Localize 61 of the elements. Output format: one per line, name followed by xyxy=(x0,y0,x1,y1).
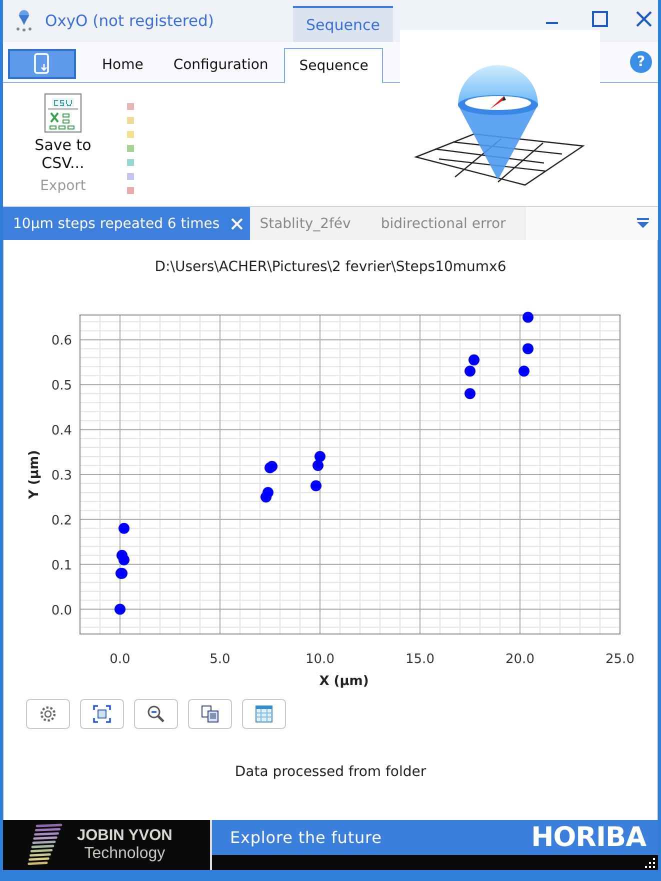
x-tick-label: 15.0 xyxy=(406,652,434,667)
brand-subtitle: Technology xyxy=(84,845,166,863)
group-label: Export xyxy=(40,178,86,194)
zoom-out-icon xyxy=(147,705,165,723)
ribbon-tab[interactable]: Configuration xyxy=(159,48,282,82)
y-tick-label: 0.5 xyxy=(51,378,72,394)
file-path: D:\Users\ACHER\Pictures\2 fevrier\Steps10mumx6 xyxy=(154,259,506,275)
data-point xyxy=(114,604,126,615)
data-point xyxy=(312,460,324,472)
ribbon-tab[interactable]: Sequence xyxy=(284,48,384,83)
settings-icon xyxy=(39,705,57,723)
brand-name: JOBIN YVON xyxy=(77,827,172,845)
data-point xyxy=(464,366,476,377)
settings-button[interactable] xyxy=(26,699,70,729)
window-title: OxyO (not registered) xyxy=(45,12,214,30)
table-icon xyxy=(255,705,273,723)
file-menu-button[interactable] xyxy=(8,49,76,79)
data-point xyxy=(522,312,534,323)
data-point xyxy=(464,388,476,400)
data-table-button[interactable] xyxy=(242,699,286,729)
y-tick-label: 0.0 xyxy=(51,603,72,618)
resize-grip-icon xyxy=(644,857,656,869)
slogan: Explore the future xyxy=(230,828,382,847)
x-tick-label: 0.0 xyxy=(110,652,130,667)
horiba-logo: HORIBA xyxy=(531,822,646,853)
data-point xyxy=(310,480,322,492)
status-caption: Data processed from folder xyxy=(234,764,426,780)
data-point xyxy=(468,354,480,366)
x-tick-label: 20.0 xyxy=(506,652,534,667)
save-csv-button[interactable]: Save to CSV... xyxy=(25,93,101,172)
zoom-out-button[interactable] xyxy=(134,699,178,729)
y-tick-label: 0.6 xyxy=(51,334,72,349)
y-tick-label: 0.1 xyxy=(51,558,72,574)
document-tab[interactable]: 10µm steps repeated 6 times xyxy=(3,207,250,240)
y-tick-label: 0.4 xyxy=(51,424,72,439)
close-icon xyxy=(230,216,244,230)
phone-icon xyxy=(32,53,52,75)
frame-picture-icon xyxy=(93,705,111,723)
ribbon-tab[interactable]: Home xyxy=(88,48,158,82)
copy-button[interactable] xyxy=(188,699,232,729)
data-point xyxy=(522,343,534,354)
y-axis-title: Y (µm) xyxy=(27,450,42,499)
data-point xyxy=(314,451,326,462)
fit-view-button[interactable] xyxy=(80,699,124,729)
context-tab-header: Sequence xyxy=(293,6,393,42)
close-icon[interactable] xyxy=(635,10,653,28)
x-tick-label: 10.0 xyxy=(306,652,334,667)
y-tick-label: 0.3 xyxy=(51,468,72,484)
data-point xyxy=(116,550,128,561)
close-tab-button[interactable] xyxy=(230,216,244,230)
data-point xyxy=(118,522,130,534)
dropdown-icon[interactable] xyxy=(636,216,650,230)
data-point xyxy=(518,366,530,377)
y-tick-label: 0.2 xyxy=(51,513,72,528)
csv-spreadsheet-icon xyxy=(44,93,82,133)
x-axis-title: X (µm) xyxy=(319,674,369,689)
copy-icon xyxy=(201,705,219,723)
maximize-icon[interactable] xyxy=(591,10,609,28)
data-point xyxy=(262,486,274,498)
x-tick-label: 25.0 xyxy=(606,652,634,667)
x-tick-label: 5.0 xyxy=(210,652,230,667)
